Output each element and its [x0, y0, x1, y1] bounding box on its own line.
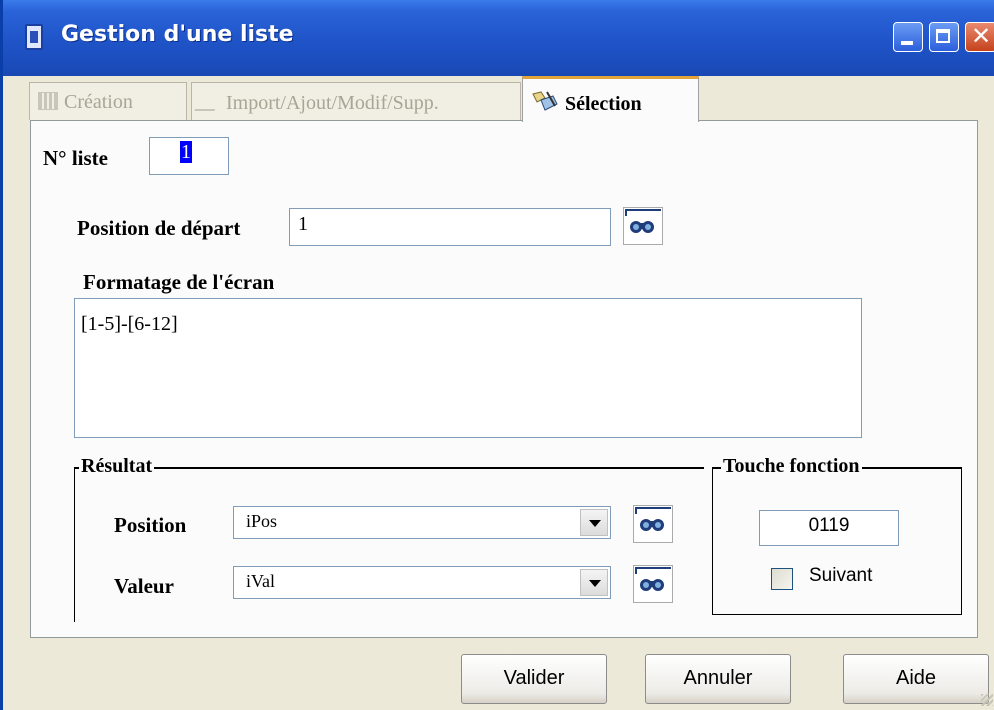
valider-button[interactable]: Valider [461, 654, 607, 704]
position-combo[interactable]: iPos [233, 506, 611, 539]
liste-number-value: 1 [180, 141, 192, 163]
minimize-button[interactable] [893, 22, 923, 52]
binoculars-button[interactable] [623, 207, 663, 245]
binoculars-icon [640, 519, 664, 531]
selection-icon [531, 90, 559, 112]
touche-title: Touche fonction [721, 455, 862, 478]
position-combo-value: iPos [246, 511, 278, 531]
tab-creation-label: Création [64, 91, 133, 113]
close-icon: ✕ [971, 22, 992, 50]
chevron-down-icon[interactable] [580, 509, 608, 536]
tab-creation[interactable]: Création [29, 82, 187, 120]
resultat-title: Résultat [79, 455, 155, 478]
position-binoculars-button[interactable] [633, 505, 673, 543]
maximize-button[interactable] [929, 22, 959, 52]
suivant-label: Suivant [809, 565, 873, 586]
binoculars-icon [630, 221, 654, 233]
grid-icon [38, 92, 58, 110]
dialog-window: Gestion d'une liste ✕ Création Import/Aj… [0, 0, 994, 710]
position-depart-field[interactable]: 1 [289, 208, 611, 246]
tab-import-label: Import/Ajout/Modif/Supp. [226, 92, 439, 114]
pen-icon [194, 91, 226, 111]
touche-value-field[interactable]: 0119 [759, 510, 899, 546]
position-depart-label: Position de départ [77, 216, 241, 240]
aide-button[interactable]: Aide [843, 654, 989, 704]
tab-selection[interactable]: Sélection [522, 76, 699, 122]
valeur-label: Valeur [114, 574, 174, 598]
suivant-checkbox[interactable] [771, 568, 793, 590]
liste-number-field[interactable]: 1 [149, 137, 229, 175]
chevron-down-icon[interactable] [580, 569, 608, 596]
position-label: Position [114, 513, 187, 537]
valeur-combo-value: iVal [246, 571, 275, 591]
close-button[interactable]: ✕ [965, 22, 994, 52]
tab-import[interactable]: Import/Ajout/Modif/Supp. [191, 82, 521, 120]
app-icon [25, 24, 43, 50]
tab-selection-label: Sélection [565, 93, 642, 115]
annuler-button[interactable]: Annuler [645, 654, 791, 704]
valeur-binoculars-button[interactable] [633, 565, 673, 603]
formatage-label: Formatage de l'écran [83, 270, 275, 294]
title-bar[interactable]: Gestion d'une liste ✕ [3, 0, 994, 76]
formatage-textarea[interactable]: [1-5]-[6-12] [74, 298, 862, 438]
valeur-combo[interactable]: iVal [233, 566, 611, 599]
binoculars-icon [640, 579, 664, 591]
resize-grip[interactable] [981, 694, 993, 706]
liste-label: N° liste [43, 146, 108, 170]
window-title: Gestion d'une liste [61, 22, 294, 47]
